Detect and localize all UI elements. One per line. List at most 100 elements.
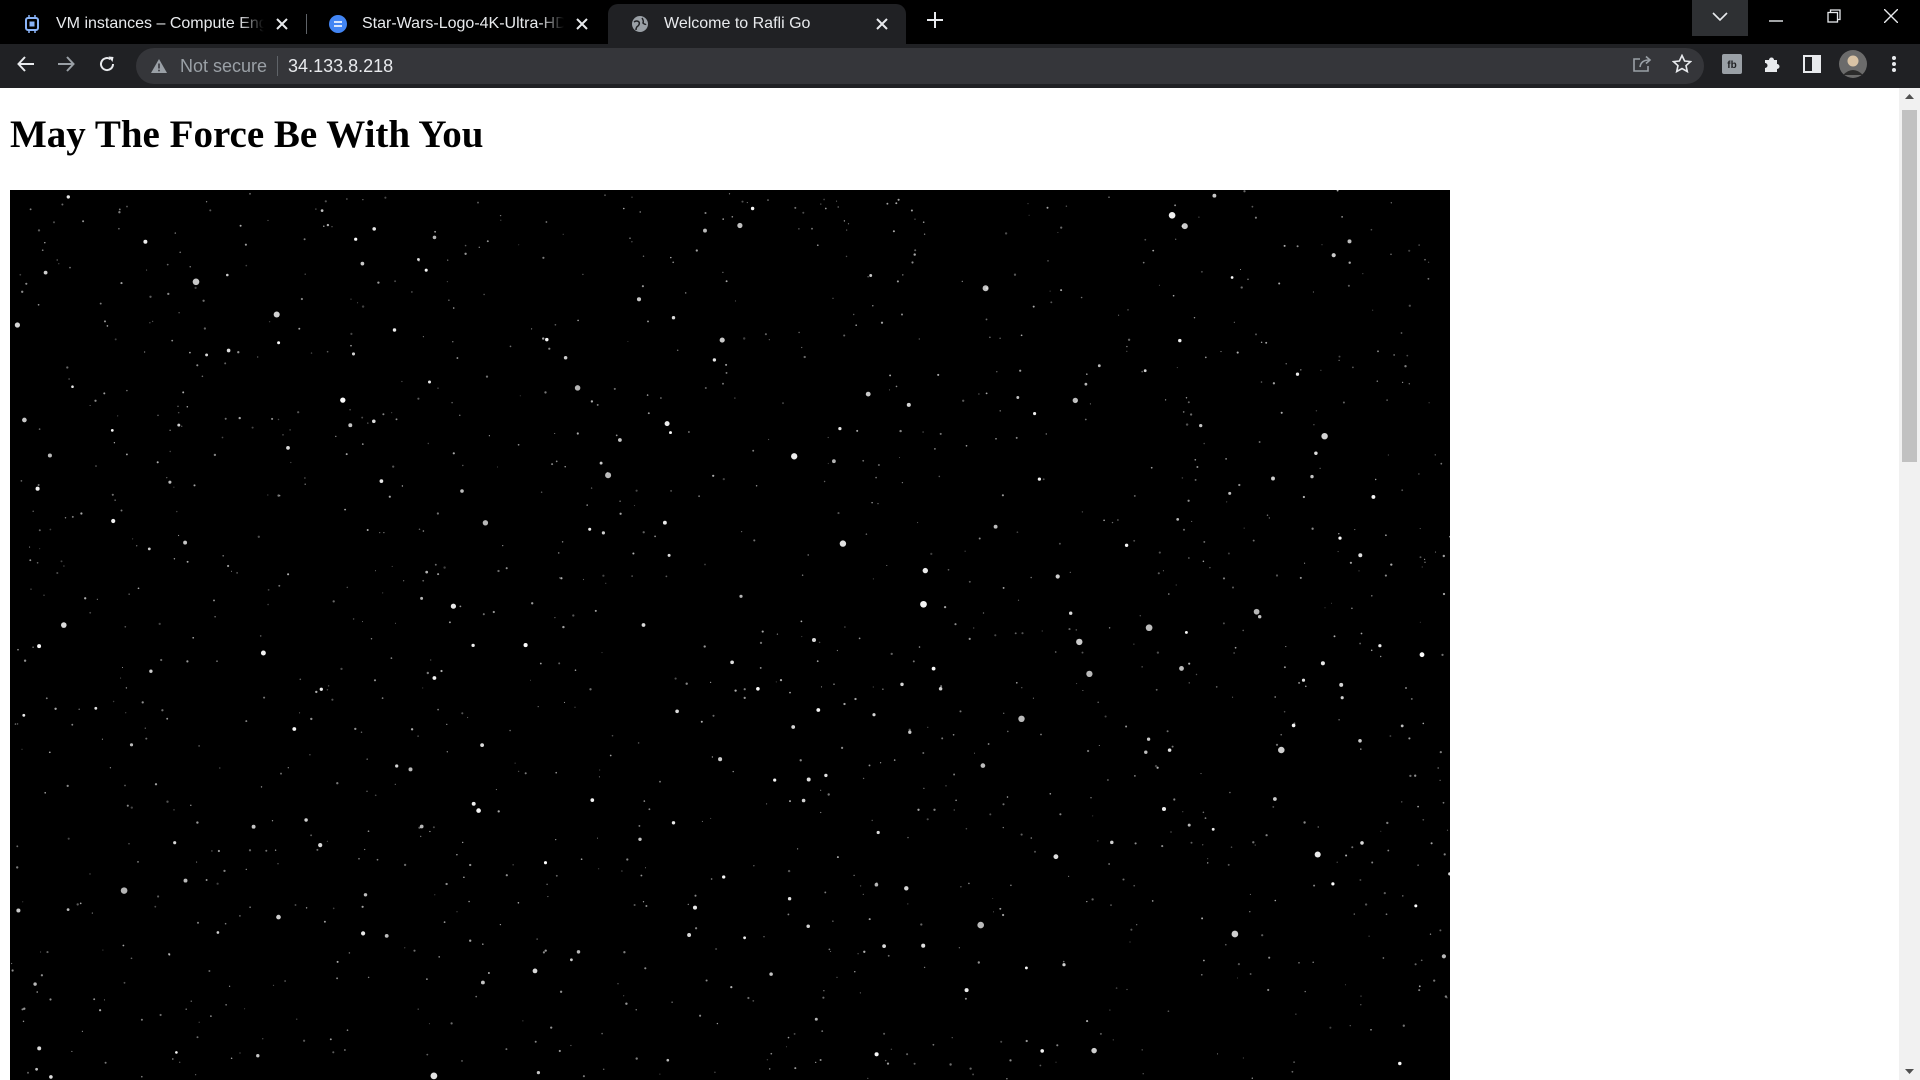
share-button[interactable] [1624,52,1660,80]
star [752,1000,755,1002]
star [1383,892,1386,895]
scroll-down-arrow[interactable] [1899,1063,1920,1080]
star [862,893,864,896]
tab-search-button[interactable] [1692,0,1748,36]
compute-engine-icon [22,14,42,34]
back-button[interactable] [8,48,44,84]
star [1202,811,1205,814]
star [1178,338,1182,343]
star [880,321,884,324]
star [276,914,281,920]
vertical-scrollbar[interactable] [1899,88,1920,1080]
tab-star-wars-logo[interactable]: Star-Wars-Logo-4K-Ultra-HD-Mobile [306,4,606,44]
star [79,902,82,905]
star [1353,913,1356,915]
address-bar[interactable]: Not secure 34.133.8.218 [136,48,1704,84]
star [29,546,31,548]
star [1442,592,1446,596]
tab-welcome-rafli-go[interactable]: Welcome to Rafli Go [608,4,906,44]
star [1133,884,1136,887]
star [1233,652,1235,654]
star [623,207,625,210]
star [759,666,762,669]
star [619,500,621,503]
star [914,249,917,252]
star [502,544,504,547]
star [1080,296,1083,299]
star [1371,861,1374,864]
scroll-up-arrow[interactable] [1899,88,1920,105]
star [1409,774,1412,778]
star [362,199,364,201]
star [29,559,32,562]
star [1030,576,1033,579]
scroll-thumb[interactable] [1902,110,1917,462]
tab-title: Star-Wars-Logo-4K-Ultra-HD-Mobile [362,15,564,32]
star [299,712,301,714]
star [705,979,708,982]
reload-button[interactable] [89,48,125,84]
extension-fb-button[interactable]: fb [1714,48,1750,84]
new-tab-button[interactable] [919,6,951,38]
star [1446,829,1449,831]
tab-vm-instances[interactable]: VM instances – Compute Engine [0,4,306,44]
star [1191,520,1193,522]
menu-button[interactable] [1876,48,1912,84]
close-icon[interactable] [572,14,592,34]
star [828,948,831,951]
star [922,567,928,574]
star [590,487,593,489]
star [336,960,339,963]
star [667,553,671,557]
star [938,475,941,478]
star [558,1049,561,1053]
close-icon[interactable] [272,14,292,34]
star [631,575,633,577]
star [1291,723,1296,728]
star [151,320,154,323]
star [800,620,803,623]
star [642,255,645,257]
star [171,1058,174,1060]
security-status[interactable]: Not secure [180,56,267,77]
star [1154,764,1158,768]
close-icon[interactable] [872,14,892,34]
star [1442,801,1445,804]
close-window-button[interactable] [1862,0,1920,36]
star [627,340,629,343]
star [130,957,133,960]
extensions-button[interactable] [1754,48,1790,84]
star [101,738,103,740]
star [426,671,429,675]
star [382,592,384,594]
star [71,1050,73,1052]
star [422,336,424,338]
star [910,209,913,212]
star [874,882,879,887]
star [89,873,91,875]
bookmark-button[interactable] [1664,52,1700,80]
star [1166,730,1169,733]
star [332,1051,335,1054]
star [1028,214,1030,216]
star [443,921,446,923]
restore-button[interactable] [1806,0,1862,36]
star [1188,662,1191,665]
star [16,908,21,913]
star [648,808,651,811]
star [999,410,1001,412]
star [1234,646,1237,649]
star [1090,797,1092,799]
url-text[interactable]: 34.133.8.218 [288,56,393,77]
star [747,996,750,1000]
profile-button[interactable] [1835,48,1871,84]
star [1304,990,1306,993]
minimize-button[interactable] [1748,0,1804,36]
side-panel-button[interactable] [1794,48,1830,84]
star [428,1023,430,1025]
star [830,950,832,953]
star [1049,792,1052,795]
forward-button[interactable] [48,48,84,84]
star [23,659,27,662]
star [1448,872,1450,876]
